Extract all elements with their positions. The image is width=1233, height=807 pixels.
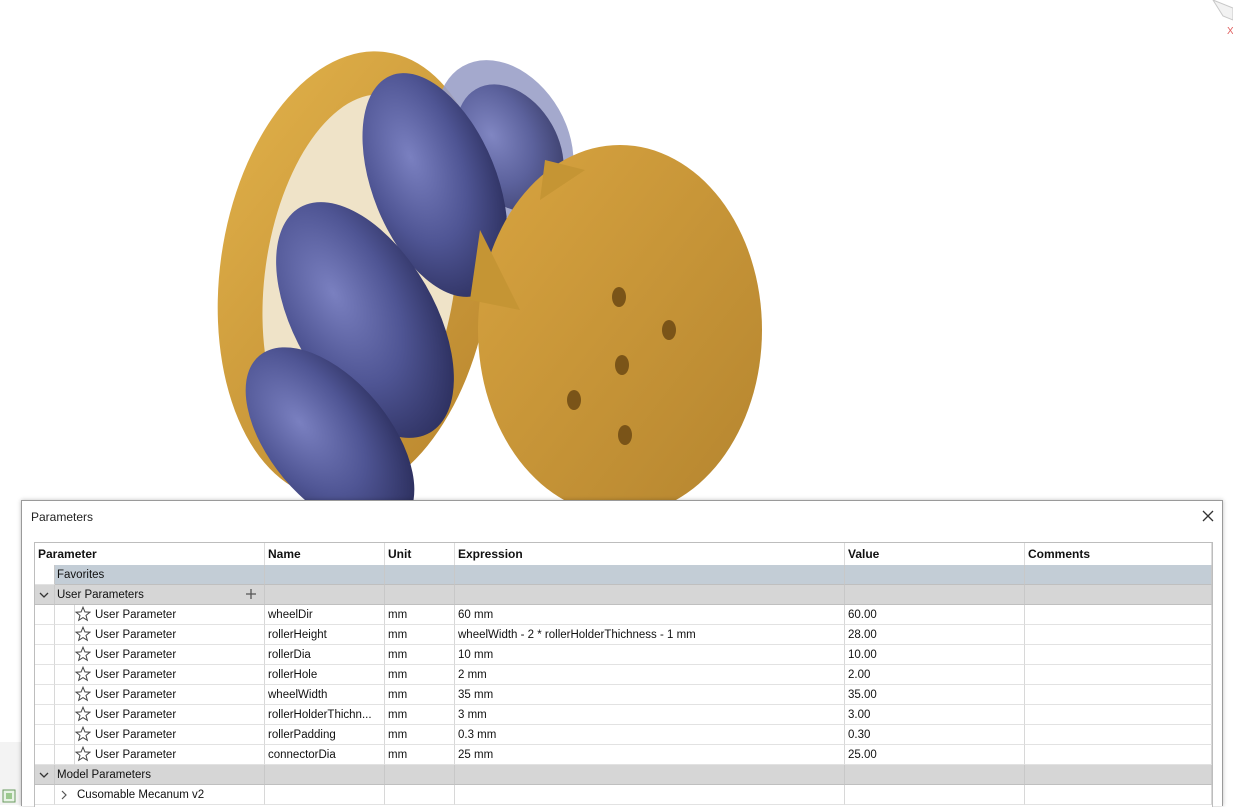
parameter-type: User Parameter [95, 709, 177, 721]
parameter-type: User Parameter [95, 689, 177, 701]
bolt-hole-top [612, 287, 626, 307]
parameter-unit[interactable]: mm [385, 705, 455, 725]
parameter-comment[interactable] [1025, 625, 1212, 645]
parameter-comment[interactable] [1025, 605, 1212, 625]
bolt-hole-right [662, 320, 676, 340]
parameter-value: 35.00 [845, 685, 1025, 705]
parameter-value: 10.00 [845, 645, 1025, 665]
parameter-unit[interactable]: mm [385, 625, 455, 645]
parameter-value: 2.00 [845, 665, 1025, 685]
browser-node-icon[interactable] [2, 788, 18, 804]
parameter-unit[interactable]: mm [385, 665, 455, 685]
parameter-name[interactable]: wheelDir [265, 605, 385, 625]
star-icon[interactable] [75, 645, 95, 664]
parameter-type: User Parameter [95, 609, 177, 621]
parameter-expression[interactable]: 60 mm [455, 605, 845, 625]
3d-viewport[interactable]: X [0, 0, 1233, 533]
dialog-titlebar[interactable]: Parameters [22, 501, 1222, 531]
table-header: Parameter Name Unit Expression Value Com… [35, 543, 1212, 566]
viewcube-icon[interactable]: X [1193, 0, 1233, 40]
close-icon[interactable] [1198, 506, 1218, 526]
parameters-dialog: Parameters Parameter Name Unit Expressio… [21, 500, 1223, 807]
parameter-expression[interactable]: 2 mm [455, 665, 845, 685]
chevron-right-icon[interactable] [55, 785, 73, 805]
parameter-name[interactable]: connectorDia [265, 745, 385, 765]
parameter-value: 3.00 [845, 705, 1025, 725]
parameter-value: 28.00 [845, 625, 1025, 645]
parameter-name[interactable]: rollerHolderThichn... [265, 705, 385, 725]
star-icon[interactable] [75, 705, 95, 724]
dialog-title: Parameters [31, 510, 94, 524]
parameters-table: Parameter Name Unit Expression Value Com… [34, 542, 1213, 807]
parameter-comment[interactable] [1025, 645, 1212, 665]
parameter-expression[interactable]: 35 mm [455, 685, 845, 705]
parameter-type: User Parameter [95, 629, 177, 641]
model-child-row[interactable]: Cusomable Mecanum v2 [35, 785, 1212, 805]
bolt-hole-left [567, 390, 581, 410]
parameter-value: 25.00 [845, 745, 1025, 765]
parameter-unit[interactable]: mm [385, 645, 455, 665]
favorites-label: Favorites [55, 565, 265, 585]
bolt-hole-bottom [618, 425, 632, 445]
parameter-expression[interactable]: wheelWidth - 2 * rollerHolderThichness -… [455, 625, 845, 645]
parameter-value: 0.30 [845, 725, 1025, 745]
parameter-comment[interactable] [1025, 705, 1212, 725]
column-header-unit[interactable]: Unit [385, 543, 455, 565]
chevron-down-icon[interactable] [35, 765, 53, 785]
user-parameters-group-row[interactable]: User Parameters [35, 585, 1212, 605]
parameter-type: User Parameter [95, 749, 177, 761]
model-parameters-label: Model Parameters [55, 765, 265, 785]
table-row[interactable]: User Parameter rollerHeight mm wheelWidth -… [35, 625, 1212, 645]
table-row[interactable]: User Parameter wheelWidth mm 35 mm 35.00 [35, 685, 1212, 705]
parameter-comment[interactable] [1025, 725, 1212, 745]
table-row[interactable]: User Parameter wheelDir mm 60 mm 60.00 [35, 605, 1212, 625]
side-panel-edge [0, 742, 22, 805]
star-icon[interactable] [75, 665, 95, 684]
chevron-down-icon[interactable] [35, 585, 53, 605]
parameter-name[interactable]: rollerDia [265, 645, 385, 665]
parameter-type: User Parameter [95, 729, 177, 741]
bolt-hole-center [615, 355, 629, 375]
column-header-value[interactable]: Value [845, 543, 1025, 565]
parameter-value: 60.00 [845, 605, 1025, 625]
column-header-parameter[interactable]: Parameter [35, 543, 265, 565]
table-row[interactable]: User Parameter connectorDia mm 25 mm 25.00 [35, 745, 1212, 765]
parameter-name[interactable]: rollerHeight [265, 625, 385, 645]
parameter-unit[interactable]: mm [385, 745, 455, 765]
parameter-comment[interactable] [1025, 665, 1212, 685]
model-parameters-group-row[interactable]: Model Parameters [35, 765, 1212, 785]
parameter-expression[interactable]: 25 mm [455, 745, 845, 765]
star-icon[interactable] [75, 625, 95, 644]
star-icon[interactable] [75, 605, 95, 624]
plus-icon[interactable] [244, 587, 258, 601]
parameter-expression[interactable]: 3 mm [455, 705, 845, 725]
parameter-expression[interactable]: 10 mm [455, 645, 845, 665]
table-row[interactable]: User Parameter rollerHole mm 2 mm 2.00 [35, 665, 1212, 685]
parameter-unit[interactable]: mm [385, 685, 455, 705]
table-row[interactable]: User Parameter rollerHolderThichn... mm 3 m… [35, 705, 1212, 725]
svg-text:X: X [1227, 26, 1233, 37]
column-header-name[interactable]: Name [265, 543, 385, 565]
column-header-comments[interactable]: Comments [1025, 543, 1212, 565]
parameter-name[interactable]: rollerPadding [265, 725, 385, 745]
star-icon[interactable] [75, 725, 95, 744]
parameter-unit[interactable]: mm [385, 725, 455, 745]
parameter-type: User Parameter [95, 649, 177, 661]
parameter-comment[interactable] [1025, 745, 1212, 765]
user-parameters-label: User Parameters [57, 589, 144, 601]
star-icon[interactable] [75, 745, 95, 764]
parameter-comment[interactable] [1025, 685, 1212, 705]
parameter-name[interactable]: rollerHole [265, 665, 385, 685]
parameter-unit[interactable]: mm [385, 605, 455, 625]
mecanum-wheel-render [217, 51, 762, 533]
column-header-expression[interactable]: Expression [455, 543, 845, 565]
parameter-type: User Parameter [95, 669, 177, 681]
table-row[interactable]: User Parameter rollerPadding mm 0.3 mm 0.30 [35, 725, 1212, 745]
favorites-group-row[interactable]: Favorites [35, 565, 1212, 585]
star-icon[interactable] [75, 685, 95, 704]
table-row[interactable]: User Parameter rollerDia mm 10 mm 10.00 [35, 645, 1212, 665]
parameter-name[interactable]: wheelWidth [265, 685, 385, 705]
model-child-label: Cusomable Mecanum v2 [77, 789, 205, 801]
parameter-expression[interactable]: 0.3 mm [455, 725, 845, 745]
